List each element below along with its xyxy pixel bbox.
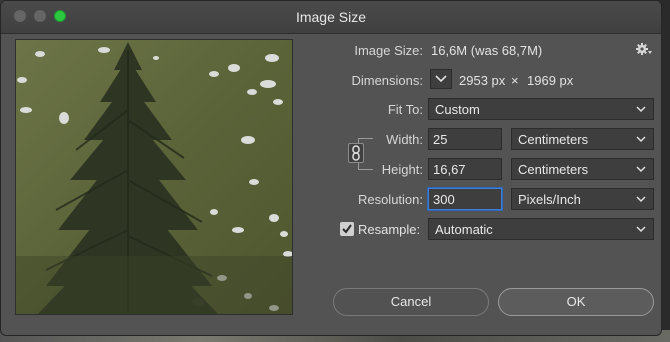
checkmark-icon [342, 224, 352, 234]
fit-to-label: Fit To: [387, 102, 423, 117]
width-unit-value: Centimeters [518, 132, 589, 147]
width-field[interactable] [428, 128, 502, 150]
height-label: Height: [381, 162, 423, 177]
ok-button[interactable]: OK [498, 288, 654, 316]
chevron-down-icon [636, 106, 646, 113]
dimensions-dropdown[interactable] [430, 69, 452, 89]
resample-value: Automatic [435, 222, 493, 237]
height-unit-select[interactable]: Centimeters [511, 158, 654, 180]
width-unit-select[interactable]: Centimeters [511, 128, 654, 150]
height-field[interactable] [428, 158, 502, 180]
resolution-unit-select[interactable]: Pixels/Inch [511, 188, 654, 210]
resample-checkbox[interactable] [340, 222, 354, 236]
resolution-unit-value: Pixels/Inch [518, 192, 581, 207]
title-bar: Image Size [1, 1, 661, 34]
height-unit-value: Centimeters [518, 162, 589, 177]
resolution-field[interactable] [428, 188, 502, 210]
fit-to-select[interactable]: Custom [428, 98, 654, 120]
window-title: Image Size [295, 9, 367, 25]
resample-select[interactable]: Automatic [428, 218, 654, 240]
chevron-down-icon [636, 226, 646, 233]
width-label: Width: [386, 132, 423, 147]
chevron-down-icon [636, 196, 646, 203]
image-size-dialog: Image Size Image Size: 16,6M (was 68,7M)… [0, 0, 662, 336]
chevron-down-icon [636, 166, 646, 173]
resolution-label: Resolution: [357, 192, 423, 207]
dimensions-times: × [511, 73, 519, 88]
image-preview[interactable] [15, 39, 293, 315]
preview-image [16, 40, 292, 314]
dimensions-label: Dimensions: [351, 73, 423, 88]
image-size-label: Image Size: [354, 43, 423, 58]
resample-label: Resample: [358, 222, 421, 237]
gear-icon[interactable] [635, 42, 653, 58]
dimensions-height: 1969 px [527, 73, 574, 88]
cancel-button[interactable]: Cancel [333, 288, 489, 316]
chevron-down-icon [435, 75, 447, 83]
image-size-value: 16,6M (was 68,7M) [431, 43, 543, 58]
fit-to-value: Custom [435, 102, 480, 117]
chevron-down-icon [636, 136, 646, 143]
dimensions-width: 2953 px [459, 73, 506, 88]
